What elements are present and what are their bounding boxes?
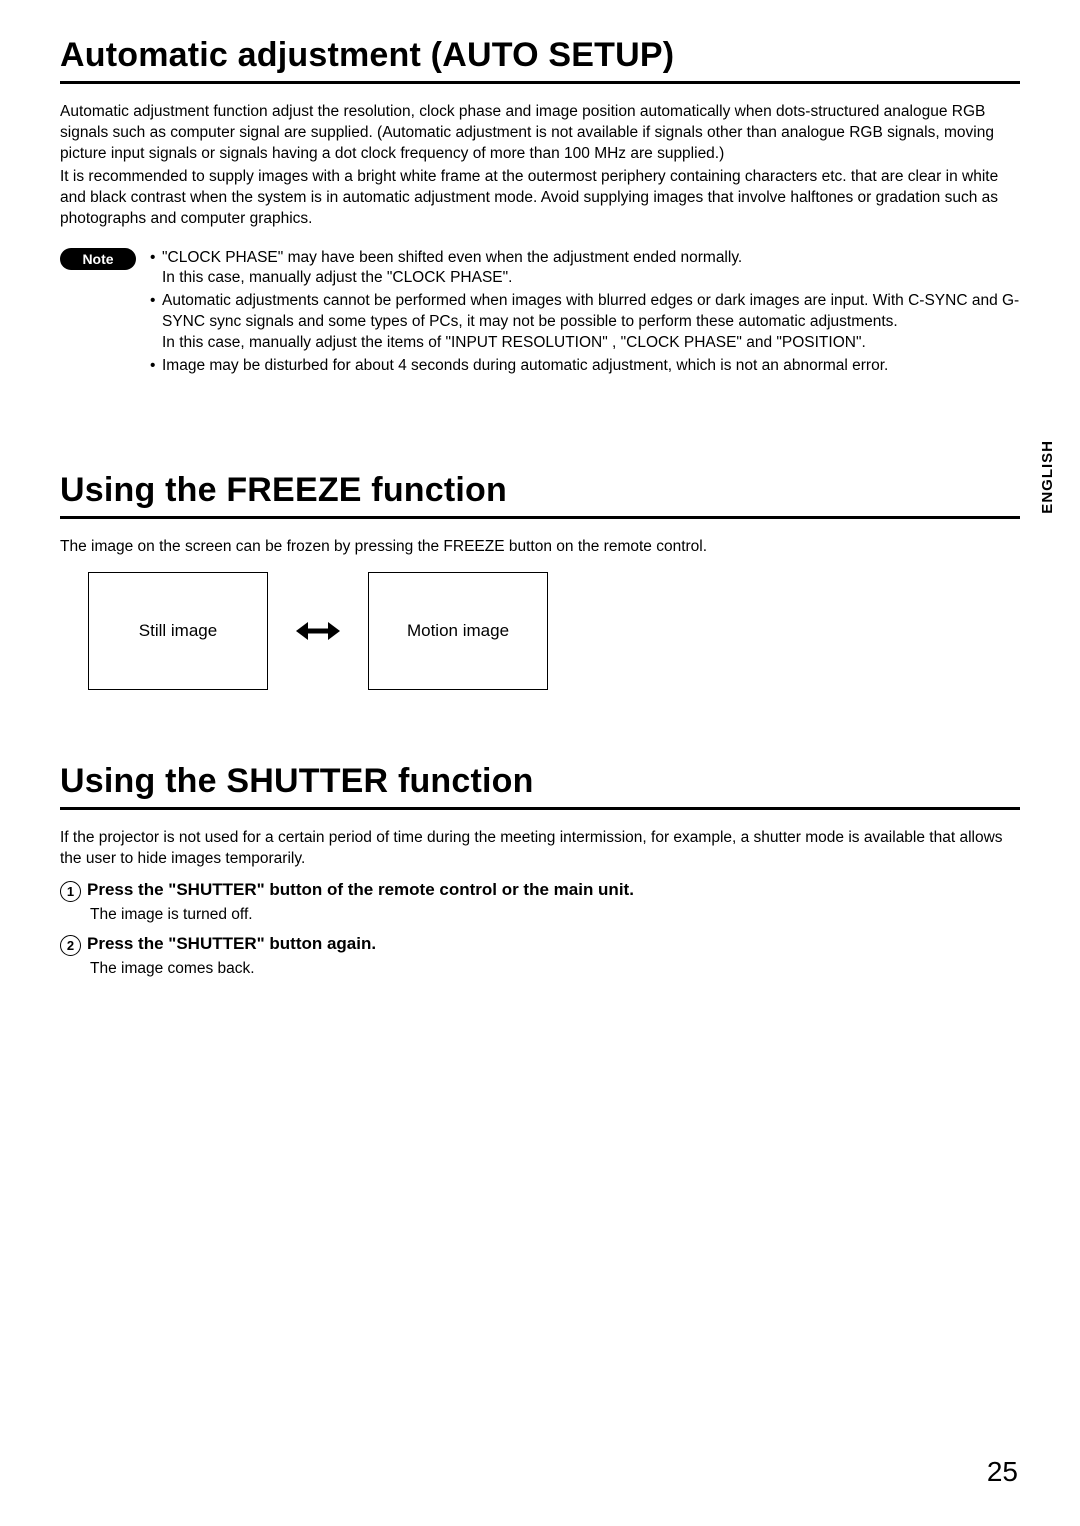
step-1-title: Press the "SHUTTER" button of the remote… <box>87 880 634 900</box>
freeze-paragraph: The image on the screen can be frozen by… <box>60 537 1020 558</box>
step-1: 1 Press the "SHUTTER" button of the remo… <box>60 880 1020 902</box>
note-item-2: Automatic adjustments cannot be performe… <box>150 291 1020 354</box>
note-item-2-main: Automatic adjustments cannot be performe… <box>162 292 1019 330</box>
motion-image-box: Motion image <box>368 572 548 690</box>
step-2-title: Press the "SHUTTER" button again. <box>87 934 376 954</box>
heading-freeze: Using the FREEZE function <box>60 471 1020 519</box>
shutter-paragraph: If the projector is not used for a certa… <box>60 828 1020 870</box>
motion-image-label: Motion image <box>407 621 509 641</box>
note-item-1-main: "CLOCK PHASE" may have been shifted even… <box>162 249 742 266</box>
note-list: "CLOCK PHASE" may have been shifted even… <box>150 248 1020 380</box>
note-badge: Note <box>60 248 136 271</box>
note-item-3-main: Image may be disturbed for about 4 secon… <box>162 357 888 374</box>
note-item-1: "CLOCK PHASE" may have been shifted even… <box>150 248 1020 290</box>
document-page: Automatic adjustment (AUTO SETUP) Automa… <box>0 0 1080 1026</box>
note-block: Note "CLOCK PHASE" may have been shifted… <box>60 248 1020 380</box>
still-image-label: Still image <box>139 621 217 641</box>
note-item-2-sub: In this case, manually adjust the items … <box>162 333 1020 354</box>
note-item-1-sub: In this case, manually adjust the "CLOCK… <box>162 268 1020 289</box>
freeze-diagram: Still image Motion image <box>88 572 1020 690</box>
page-number: 25 <box>987 1456 1018 1488</box>
auto-setup-paragraph-1: Automatic adjustment function adjust the… <box>60 102 1020 165</box>
heading-shutter: Using the SHUTTER function <box>60 762 1020 810</box>
circled-number-2-icon: 2 <box>60 935 81 956</box>
still-image-box: Still image <box>88 572 268 690</box>
step-1-sub: The image is turned off. <box>90 906 1020 924</box>
note-item-3: Image may be disturbed for about 4 secon… <box>150 356 1020 377</box>
double-arrow-icon <box>296 572 340 690</box>
step-2-sub: The image comes back. <box>90 960 1020 978</box>
auto-setup-paragraph-2: It is recommended to supply images with … <box>60 167 1020 230</box>
step-2: 2 Press the "SHUTTER" button again. <box>60 934 1020 956</box>
language-tab: ENGLISH <box>1039 440 1056 514</box>
heading-auto-setup: Automatic adjustment (AUTO SETUP) <box>60 36 1020 84</box>
circled-number-1-icon: 1 <box>60 881 81 902</box>
